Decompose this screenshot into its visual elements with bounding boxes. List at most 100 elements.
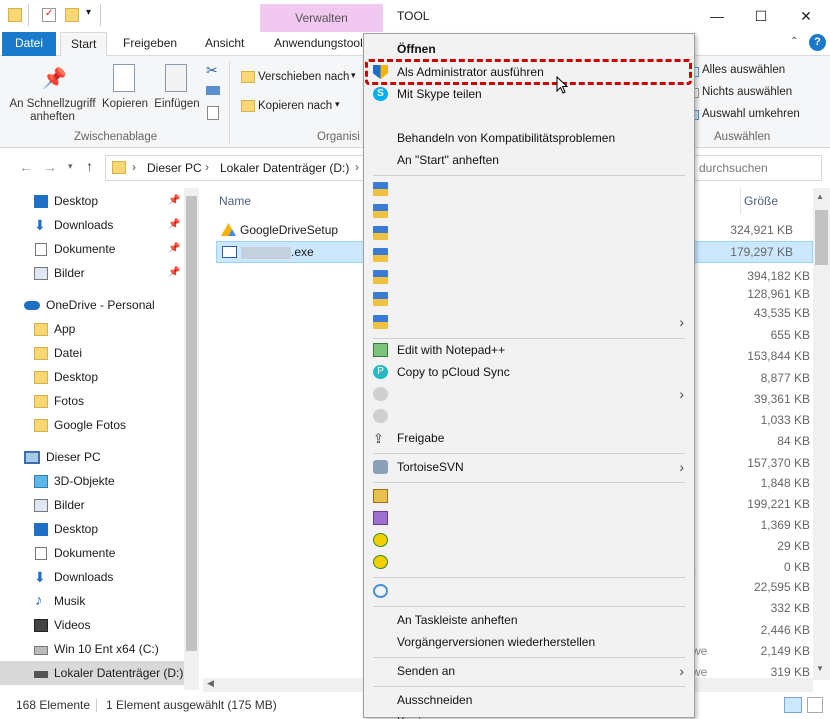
file-list-scrollbar-thumb[interactable] xyxy=(815,210,828,265)
nav-item-this-pc[interactable]: Dieser PC xyxy=(0,445,184,469)
menu-item-library[interactable] xyxy=(364,222,694,244)
menu-item-pin-taskbar[interactable]: An Taskleiste anheften xyxy=(364,609,694,631)
tab-start[interactable]: Start xyxy=(60,32,108,57)
menu-item-winrar-alt[interactable] xyxy=(364,507,694,529)
nav-item-pc-documents[interactable]: Dokumente xyxy=(0,541,184,565)
cut-icon[interactable]: ✂ xyxy=(206,62,218,79)
invert-selection-button[interactable]: Auswahl umkehren xyxy=(702,108,800,120)
menu-item-tortoisesvn[interactable]: TortoiseSVN › xyxy=(364,456,694,478)
nav-item-desktop[interactable]: Desktop 📌 xyxy=(0,189,184,213)
details-view-icon[interactable] xyxy=(784,697,802,713)
tab-freigeben[interactable]: Freigeben xyxy=(113,32,187,56)
breadcrumb-drive-d[interactable]: Lokaler Datenträger (D:) xyxy=(220,161,349,175)
tortoise-icon xyxy=(373,460,388,474)
nav-item-onedrive[interactable]: OneDrive - Personal xyxy=(0,293,184,317)
properties-icon[interactable]: ✓ xyxy=(42,8,56,22)
nav-item-videos[interactable]: Videos xyxy=(0,613,184,637)
nav-item-documents[interactable]: Dokumente 📌 xyxy=(0,237,184,261)
nav-item-drive-d[interactable]: Lokaler Datenträger (D:) xyxy=(0,661,184,685)
nav-item-drive-c[interactable]: Win 10 Ent x64 (C:) xyxy=(0,637,184,661)
recent-locations-icon[interactable]: ▾ xyxy=(68,161,73,172)
menu-item-notepad[interactable]: Edit with Notepad++ xyxy=(364,339,694,361)
menu-item-sync[interactable] xyxy=(364,580,694,602)
menu-item-compatibility[interactable]: Behandeln von Kompatibilitätsproblemen xyxy=(364,127,694,149)
file-size: 39,361 KB xyxy=(753,392,810,406)
pin-icon[interactable]: 📌 xyxy=(168,237,180,261)
menu-item-library[interactable] xyxy=(364,244,694,266)
menu-item-pcloud-submenu[interactable]: › xyxy=(364,383,694,405)
pin-quick-access-button[interactable]: An Schnellzugriff anheften xyxy=(5,98,100,124)
nav-item-app[interactable]: App xyxy=(0,317,184,341)
maximize-button[interactable]: ☐ xyxy=(751,6,771,26)
menu-item-pcloud-alt[interactable] xyxy=(364,405,694,427)
menu-item-library[interactable] xyxy=(364,288,694,310)
large-icons-view-icon[interactable] xyxy=(807,697,823,713)
tab-anwendungstools[interactable]: Anwendungstool xyxy=(264,32,373,56)
breadcrumb-this-pc[interactable]: Dieser PC xyxy=(147,161,202,175)
menu-item-cut[interactable]: Ausschneiden xyxy=(364,689,694,711)
nav-item-pc-desktop[interactable]: Desktop xyxy=(0,517,184,541)
menu-item-restore-versions[interactable]: Vorgängerversionen wiederherstellen xyxy=(364,631,694,653)
nav-item-datei[interactable]: Datei xyxy=(0,341,184,365)
copy-path-icon[interactable] xyxy=(206,86,220,95)
scroll-left-icon[interactable]: ◀ xyxy=(207,678,214,689)
address-bar[interactable]: › Dieser PC › Lokaler Datenträger (D:) › xyxy=(105,155,370,181)
up-arrow-icon[interactable]: ↑ xyxy=(86,158,93,174)
minimize-button[interactable]: — xyxy=(707,6,727,26)
back-arrow-icon[interactable]: ← xyxy=(19,159,33,175)
menu-item-share[interactable]: ⇪ Freigabe xyxy=(364,427,694,449)
scroll-up-icon[interactable]: ▲ xyxy=(816,192,824,201)
quick-access-dropdown-icon[interactable]: ▾ xyxy=(86,7,91,18)
nav-item-od-desktop[interactable]: Desktop xyxy=(0,365,184,389)
pin-icon[interactable]: 📌 xyxy=(168,189,180,213)
scroll-down-icon[interactable]: ▼ xyxy=(816,664,824,673)
select-all-button[interactable]: Alles auswählen xyxy=(702,64,785,76)
chevron-right-icon: › xyxy=(679,314,684,330)
move-to-button[interactable]: Verschieben nach xyxy=(258,71,349,83)
menu-item-skype[interactable]: S Mit Skype teilen xyxy=(364,83,694,105)
menu-item-plus-alt[interactable] xyxy=(364,551,694,573)
menu-item-plus[interactable] xyxy=(364,529,694,551)
menu-item-library[interactable] xyxy=(364,178,694,200)
nav-item-pictures[interactable]: Bilder 📌 xyxy=(0,261,184,285)
paste-shortcut-icon[interactable] xyxy=(207,106,219,120)
pin-icon[interactable]: 📌 xyxy=(168,261,180,285)
tab-datei[interactable]: Datei xyxy=(2,32,56,56)
nav-item-3d-objects[interactable]: 3D-Objekte xyxy=(0,469,184,493)
nav-item-downloads[interactable]: ⬇ Downloads 📌 xyxy=(0,213,184,237)
close-button[interactable]: ✕ xyxy=(796,6,816,26)
menu-item-library[interactable] xyxy=(364,266,694,288)
menu-item-pin-start[interactable]: An "Start" anheften xyxy=(364,149,694,171)
copy-button[interactable]: Kopieren xyxy=(100,98,150,111)
pin-icon[interactable]: 📌 xyxy=(168,213,180,237)
new-folder-icon[interactable] xyxy=(65,8,79,22)
forward-arrow-icon[interactable]: → xyxy=(43,159,57,175)
nav-item-pc-pictures[interactable]: Bilder xyxy=(0,493,184,517)
menu-item-library-submenu[interactable]: › xyxy=(364,311,694,333)
nav-item-fotos[interactable]: Fotos xyxy=(0,389,184,413)
menu-item-winrar[interactable] xyxy=(364,485,694,507)
select-none-button[interactable]: Nichts auswählen xyxy=(702,86,792,98)
menu-item-library[interactable] xyxy=(364,200,694,222)
search-input[interactable]: durchsuchen xyxy=(693,155,822,181)
help-icon[interactable]: ? xyxy=(809,34,826,51)
tab-verwalten[interactable]: Verwalten xyxy=(260,4,383,32)
nav-scrollbar-thumb[interactable] xyxy=(186,196,197,651)
column-header-name[interactable]: Name xyxy=(219,194,251,208)
column-header-size[interactable]: Größe xyxy=(744,194,778,208)
menu-item-send-to[interactable]: Senden an › xyxy=(364,660,694,682)
file-size: 84 KB xyxy=(777,434,810,448)
menu-item-pcloud[interactable]: P Copy to pCloud Sync xyxy=(364,361,694,383)
nav-item-pc-downloads[interactable]: ⬇ Downloads xyxy=(0,565,184,589)
nav-item-music[interactable]: ♪ Musik xyxy=(0,589,184,613)
paste-button[interactable]: Einfügen xyxy=(152,98,202,111)
collapse-ribbon-icon[interactable]: ⌃ xyxy=(790,36,798,47)
nav-label: Desktop xyxy=(54,194,99,208)
copy-to-button[interactable]: Kopieren nach xyxy=(258,100,332,112)
menu-item-open[interactable]: Öffnen xyxy=(364,38,694,60)
chevron-down-icon[interactable]: ▾ xyxy=(351,70,356,81)
nav-item-google-fotos[interactable]: Google Fotos xyxy=(0,413,184,437)
copy-icon xyxy=(113,64,135,92)
tab-ansicht[interactable]: Ansicht xyxy=(195,32,254,56)
chevron-down-icon[interactable]: ▾ xyxy=(335,99,340,110)
